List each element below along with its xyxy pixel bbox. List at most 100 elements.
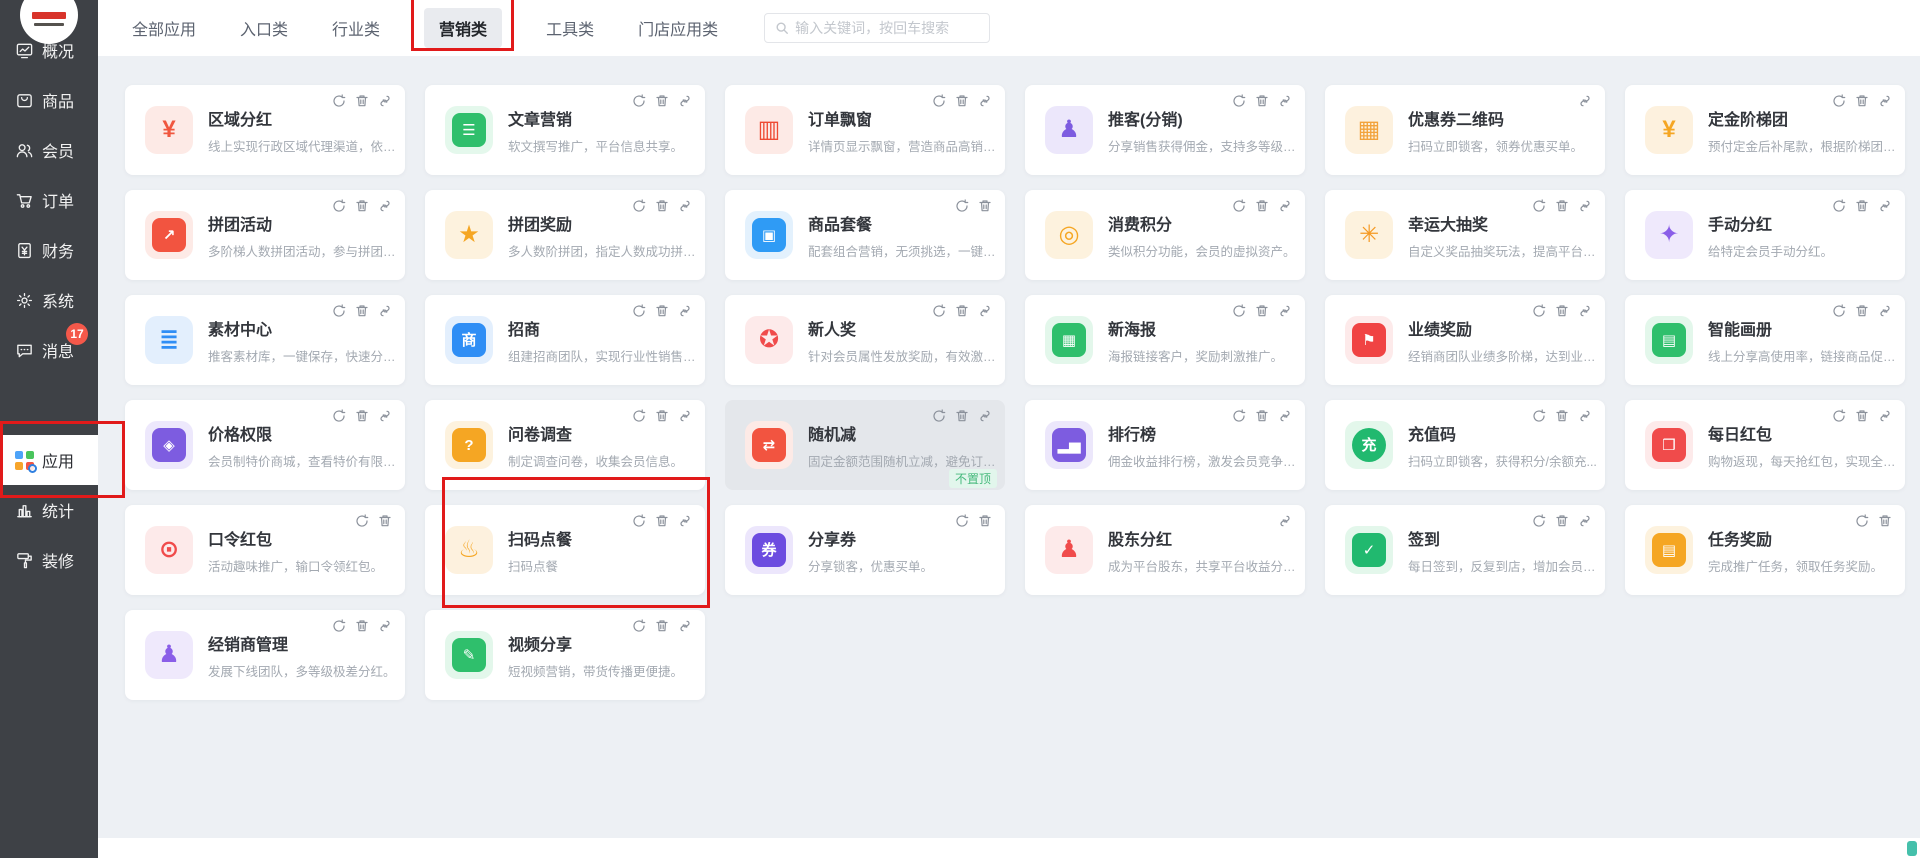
app-card-新海报[interactable]: ▦新海报海报链接客户，奖励刺激推广。: [1025, 295, 1305, 385]
app-card-每日红包[interactable]: ❒每日红包购物返现，每天抢红包，实现全额...: [1625, 400, 1905, 490]
app-card-素材中心[interactable]: ≣素材中心推客素材库，一键保存，快速分享。: [125, 295, 405, 385]
card-tag-not-pinned[interactable]: 不置顶: [949, 469, 997, 488]
refresh-icon[interactable]: [632, 199, 646, 213]
refresh-icon[interactable]: [932, 94, 946, 108]
link-icon[interactable]: [1578, 199, 1592, 213]
refresh-icon[interactable]: [1832, 304, 1846, 318]
refresh-icon[interactable]: [632, 304, 646, 318]
app-card-业绩奖励[interactable]: ⚑业绩奖励经销商团队业绩多阶梯，达到业绩...: [1325, 295, 1605, 385]
refresh-icon[interactable]: [1832, 199, 1846, 213]
delete-icon[interactable]: [1555, 514, 1569, 528]
refresh-icon[interactable]: [1232, 304, 1246, 318]
refresh-icon[interactable]: [1532, 514, 1546, 528]
app-card-价格权限[interactable]: ◈价格权限会员制特价商城，查看特价有限制。: [125, 400, 405, 490]
app-card-任务奖励[interactable]: ▤任务奖励完成推广任务，领取任务奖励。: [1625, 505, 1905, 595]
refresh-icon[interactable]: [332, 304, 346, 318]
delete-icon[interactable]: [655, 94, 669, 108]
search-box[interactable]: [764, 13, 990, 43]
delete-icon[interactable]: [1555, 409, 1569, 423]
sidebar-item-members[interactable]: 会员: [0, 125, 98, 175]
link-icon[interactable]: [678, 409, 692, 423]
app-card-订单飘窗[interactable]: ▥订单飘窗详情页显示飘窗，营造商品高销量。: [725, 85, 1005, 175]
app-card-经销商管理[interactable]: ♟经销商管理发展下线团队，多等级极差分红。: [125, 610, 405, 700]
link-icon[interactable]: [378, 304, 392, 318]
link-icon[interactable]: [1878, 304, 1892, 318]
link-icon[interactable]: [678, 514, 692, 528]
delete-icon[interactable]: [1878, 514, 1892, 528]
sidebar-item-orders[interactable]: 订单: [0, 175, 98, 225]
delete-icon[interactable]: [355, 619, 369, 633]
app-card-拼团活动[interactable]: ↗拼团活动多阶梯人数拼团活动，参与拼团优...: [125, 190, 405, 280]
refresh-icon[interactable]: [1532, 304, 1546, 318]
sidebar-item-system[interactable]: 系统: [0, 275, 98, 325]
delete-icon[interactable]: [655, 304, 669, 318]
app-card-充值码[interactable]: 充充值码扫码立即锁客，获得积分/余额充...: [1325, 400, 1605, 490]
app-card-新人奖[interactable]: ✪新人奖针对会员属性发放奖励，有效激活...: [725, 295, 1005, 385]
sidebar-item-stats[interactable]: 统计: [0, 485, 98, 535]
sidebar-item-finance[interactable]: 财务: [0, 225, 98, 275]
link-icon[interactable]: [1278, 304, 1292, 318]
sidebar-item-goods[interactable]: 商品: [0, 75, 98, 125]
sidebar-item-messages[interactable]: 消息17: [0, 325, 98, 375]
tab-门店应用类[interactable]: 门店应用类: [638, 16, 718, 40]
link-icon[interactable]: [1278, 94, 1292, 108]
app-card-排行榜[interactable]: ▂▅排行榜佣金收益排行榜，激发会员竞争力。: [1025, 400, 1305, 490]
link-icon[interactable]: [1878, 199, 1892, 213]
app-card-消费积分[interactable]: ◎消费积分类似积分功能，会员的虚拟资产。: [1025, 190, 1305, 280]
delete-icon[interactable]: [1255, 409, 1269, 423]
app-card-随机减[interactable]: ⇄随机减固定金额范围随机立减，避免订单...不置顶: [725, 400, 1005, 490]
refresh-icon[interactable]: [1232, 409, 1246, 423]
link-icon[interactable]: [678, 304, 692, 318]
delete-icon[interactable]: [955, 409, 969, 423]
delete-icon[interactable]: [355, 409, 369, 423]
app-card-手动分红[interactable]: ✦手动分红给特定会员手动分红。: [1625, 190, 1905, 280]
link-icon[interactable]: [378, 619, 392, 633]
app-card-分享券[interactable]: 券分享券分享锁客，优惠买单。: [725, 505, 1005, 595]
scrollbar-thumb[interactable]: [1907, 841, 1917, 856]
refresh-icon[interactable]: [1532, 409, 1546, 423]
refresh-icon[interactable]: [332, 409, 346, 423]
link-icon[interactable]: [1278, 409, 1292, 423]
refresh-icon[interactable]: [955, 199, 969, 213]
link-icon[interactable]: [1878, 409, 1892, 423]
link-icon[interactable]: [1278, 199, 1292, 213]
refresh-icon[interactable]: [1832, 409, 1846, 423]
search-input[interactable]: [795, 20, 975, 36]
app-card-区域分红[interactable]: ¥区域分红线上实现行政区域代理渠道，依据...: [125, 85, 405, 175]
delete-icon[interactable]: [1255, 94, 1269, 108]
app-card-招商[interactable]: 商招商组建招商团队，实现行业性销售联...: [425, 295, 705, 385]
app-card-智能画册[interactable]: ▤智能画册线上分享高使用率，链接商品促成...: [1625, 295, 1905, 385]
app-card-文章营销[interactable]: ☰文章营销软文撰写推广，平台信息共享。: [425, 85, 705, 175]
link-icon[interactable]: [378, 409, 392, 423]
tab-工具类[interactable]: 工具类: [546, 16, 594, 40]
link-icon[interactable]: [1578, 304, 1592, 318]
sidebar-item-apps[interactable]: 应用: [0, 435, 98, 485]
refresh-icon[interactable]: [1832, 94, 1846, 108]
delete-icon[interactable]: [1255, 304, 1269, 318]
app-card-拼团奖励[interactable]: ★拼团奖励多人数阶拼团，指定人数成功拼团。: [425, 190, 705, 280]
tab-全部应用[interactable]: 全部应用: [132, 16, 196, 40]
app-card-口令红包[interactable]: ⊙口令红包活动趣味推广，输口令领红包。: [125, 505, 405, 595]
delete-icon[interactable]: [655, 514, 669, 528]
refresh-icon[interactable]: [355, 514, 369, 528]
tab-入口类[interactable]: 入口类: [240, 16, 288, 40]
app-card-幸运大抽奖[interactable]: ✳幸运大抽奖自定义奖品抽奖玩法，提高平台粉...: [1325, 190, 1605, 280]
delete-icon[interactable]: [655, 619, 669, 633]
delete-icon[interactable]: [1855, 409, 1869, 423]
delete-icon[interactable]: [1855, 199, 1869, 213]
link-icon[interactable]: [378, 94, 392, 108]
delete-icon[interactable]: [355, 94, 369, 108]
sidebar-item-overview[interactable]: 概况: [0, 25, 98, 75]
refresh-icon[interactable]: [1532, 199, 1546, 213]
delete-icon[interactable]: [978, 514, 992, 528]
delete-icon[interactable]: [655, 199, 669, 213]
refresh-icon[interactable]: [932, 304, 946, 318]
app-card-签到[interactable]: ✓签到每日签到，反复到店，增加会员粘...: [1325, 505, 1605, 595]
app-card-视频分享[interactable]: ✎视频分享短视频营销，带货传播更便捷。: [425, 610, 705, 700]
tab-行业类[interactable]: 行业类: [332, 16, 380, 40]
sidebar-item-decoration[interactable]: 装修: [0, 535, 98, 585]
link-icon[interactable]: [678, 94, 692, 108]
delete-icon[interactable]: [1555, 304, 1569, 318]
refresh-icon[interactable]: [632, 409, 646, 423]
link-icon[interactable]: [1878, 94, 1892, 108]
